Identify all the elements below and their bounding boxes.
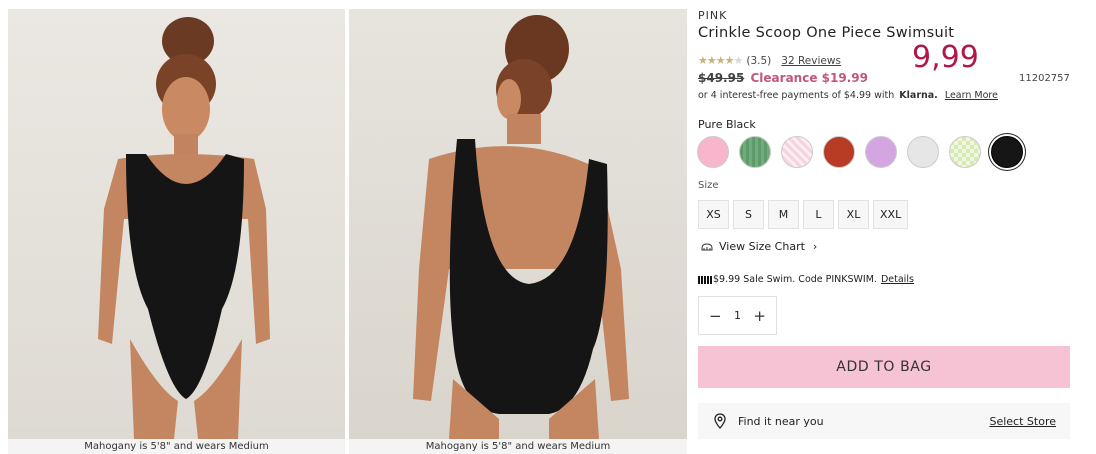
- klarna-logo: Klarna.: [899, 90, 938, 101]
- star-rating: ★★★★★: [698, 54, 744, 67]
- swatch-lilac[interactable]: [865, 136, 897, 168]
- original-price: $49.95: [698, 71, 745, 85]
- size-label: Size: [698, 180, 719, 191]
- size-xl-button[interactable]: XL: [838, 200, 869, 229]
- quantity-stepper: − 1 +: [698, 296, 777, 335]
- product-image-back[interactable]: [349, 9, 687, 439]
- flag-icon: [698, 275, 712, 284]
- image-caption: Mahogany is 5'8" and wears Medium: [349, 439, 687, 454]
- swatch-lime-check[interactable]: [949, 136, 981, 168]
- size-options: XS S M L XL XXL: [698, 200, 909, 229]
- star-icon: ★: [733, 54, 744, 67]
- size-chart-label: View Size Chart: [719, 240, 805, 253]
- view-size-chart-link[interactable]: View Size Chart ›: [701, 240, 817, 253]
- swatch-light-pink-stripe[interactable]: [781, 136, 813, 168]
- swatch-pink[interactable]: [697, 136, 729, 168]
- clearance-price: Clearance $19.99: [750, 71, 868, 85]
- size-m-button[interactable]: M: [768, 200, 799, 229]
- add-to-bag-button[interactable]: ADD TO BAG: [698, 346, 1070, 388]
- location-pin-icon: [714, 413, 726, 429]
- product-title: Crinkle Scoop One Piece Swimsuit: [698, 25, 955, 41]
- rating-value: (3.5): [746, 54, 772, 67]
- size-xxl-button[interactable]: XXL: [873, 200, 909, 229]
- klarna-text: or 4 interest-free payments of $4.99 wit…: [698, 90, 895, 101]
- promo-row: $9.99 Sale Swim. Code PINKSWIM. Details: [698, 274, 914, 285]
- klarna-row: or 4 interest-free payments of $4.99 wit…: [698, 90, 998, 101]
- swatch-pure-black[interactable]: [991, 136, 1023, 168]
- size-chart-icon: [701, 242, 713, 250]
- promo-details-link[interactable]: Details: [881, 274, 914, 285]
- star-half-icon: ★: [724, 54, 735, 67]
- klarna-learn-more-link[interactable]: Learn More: [945, 90, 998, 101]
- size-xs-button[interactable]: XS: [698, 200, 729, 229]
- image-caption: Mahogany is 5'8" and wears Medium: [8, 439, 345, 454]
- find-in-store-row: Find it near you Select Store: [698, 403, 1070, 439]
- chevron-right-icon: ›: [812, 240, 818, 253]
- rating-row: ★★★★★ (3.5) 32 Reviews: [698, 54, 841, 67]
- star-icon: ★: [706, 54, 717, 67]
- size-l-button[interactable]: L: [803, 200, 834, 229]
- star-icon: ★: [715, 54, 726, 67]
- overlay-price: 9,99: [912, 40, 979, 75]
- model-front-illustration: [98, 17, 270, 439]
- plus-icon[interactable]: +: [753, 307, 766, 325]
- find-near-you-label: Find it near you: [738, 414, 824, 428]
- swatch-light-gray[interactable]: [907, 136, 939, 168]
- reviews-link[interactable]: 32 Reviews: [781, 55, 841, 67]
- promo-text: $9.99 Sale Swim. Code PINKSWIM.: [713, 274, 877, 285]
- select-store-link[interactable]: Select Store: [989, 415, 1056, 428]
- minus-icon[interactable]: −: [709, 307, 722, 325]
- swatch-rust[interactable]: [823, 136, 855, 168]
- color-swatches: [697, 136, 1023, 168]
- product-image-front[interactable]: [8, 9, 345, 439]
- quantity-value[interactable]: 1: [734, 309, 741, 322]
- star-icon: ★: [698, 54, 708, 67]
- swatch-green[interactable]: [739, 136, 771, 168]
- model-back-illustration: [413, 15, 629, 439]
- brand-label[interactable]: PINK: [698, 9, 727, 22]
- size-s-button[interactable]: S: [733, 200, 764, 229]
- price-row: $49.95 Clearance $19.99: [698, 71, 868, 85]
- selected-color-label: Pure Black: [698, 118, 756, 131]
- product-sku: 11202757: [1019, 73, 1070, 84]
